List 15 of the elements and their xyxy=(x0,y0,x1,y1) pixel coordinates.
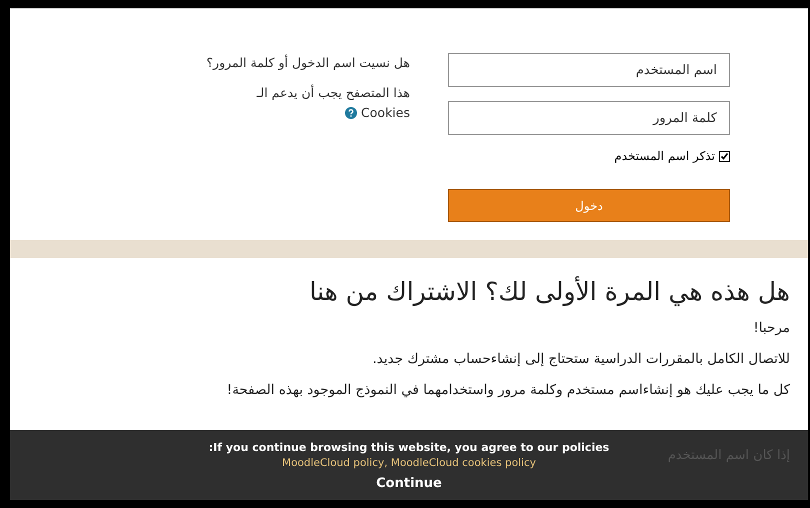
cookies-note: هذا المتصفح يجب أن يدعم الـ xyxy=(256,84,410,102)
policy-links[interactable]: MoodleCloud policy, MoodleCloud cookies policy xyxy=(282,456,536,470)
password-field[interactable]: كلمة المرور xyxy=(448,101,730,135)
username-field[interactable]: اسم المستخدم xyxy=(448,53,730,87)
continue-button[interactable]: Continue xyxy=(376,474,442,494)
forgot-password-link[interactable]: هل نسيت اسم الدخول أو كلمة المرور؟ xyxy=(170,53,410,73)
paragraph: مرحبا! xyxy=(752,319,790,338)
remember-checkbox[interactable] xyxy=(719,150,730,162)
paragraph: للاتصال الكامل بالمقررات الدراسية ستحتاج إلى إنشاءحساب مشترك جديد. xyxy=(372,350,790,369)
signup-heading: هل هذه هي المرة الأولى لك؟ الاشتراك من هنا xyxy=(308,276,790,308)
cookie-message: :If you continue browsing this website, you agree to our policies xyxy=(208,440,610,456)
help-icon[interactable] xyxy=(345,107,358,119)
remember-label: تذكر اسم المستخدم xyxy=(614,148,715,165)
cookies-word: Cookies xyxy=(361,104,410,122)
paragraph: كل ما يجب عليك هو إنشاءاسم مستخدم وكلمة مرور واستخدامهما في النموذج الموجود بهذه الصفحة! xyxy=(226,381,790,400)
